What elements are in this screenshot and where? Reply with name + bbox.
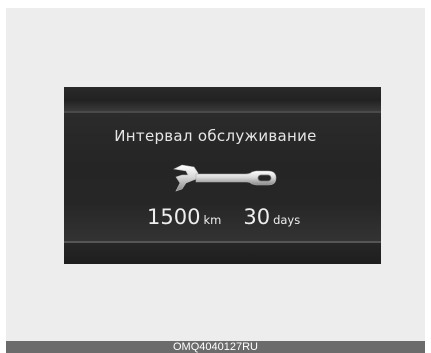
wrench-icon <box>173 164 277 192</box>
service-values: 1500 km 30 days <box>147 203 300 231</box>
figure-caption: OMQ4040127RU <box>6 341 425 353</box>
days-value: 30 <box>243 205 271 229</box>
display-bottom-bar <box>64 243 381 264</box>
days-unit: days <box>273 213 301 227</box>
service-interval-title: Интервал обслуживание <box>114 127 317 145</box>
distance-value: 1500 <box>147 205 201 229</box>
distance-unit: km <box>203 213 222 227</box>
display-top-bar <box>64 87 381 111</box>
